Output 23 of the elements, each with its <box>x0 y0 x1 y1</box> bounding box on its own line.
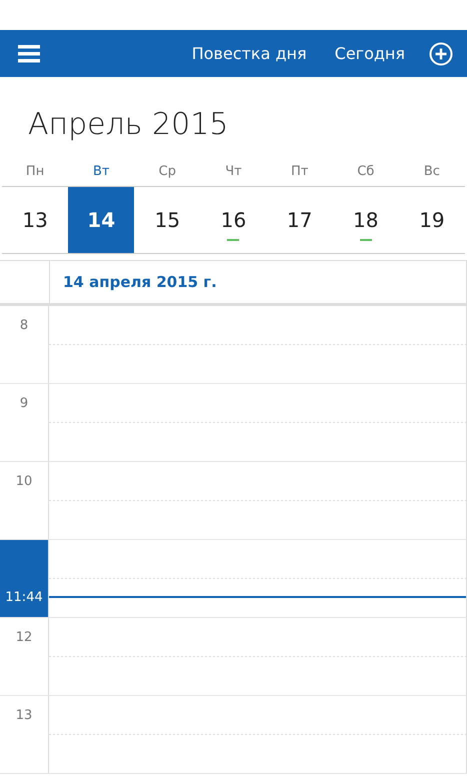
weekday-label: Сб <box>356 163 376 181</box>
date-cell[interactable]: 14 <box>68 187 134 253</box>
weekday-label: Вт <box>92 163 110 181</box>
weekday-label: Пт <box>290 163 310 181</box>
weekday-label: Вс <box>422 163 441 181</box>
menu-icon <box>18 44 40 62</box>
weekday-label: Чт <box>224 163 243 181</box>
hour-label: 12 <box>16 630 32 645</box>
add-button[interactable] <box>429 42 453 66</box>
weekday-label: Пн <box>24 163 46 181</box>
current-time: 11:44 <box>5 590 43 605</box>
toolbar-link[interactable]: Повестка дня <box>192 44 307 63</box>
plus-circle-icon <box>429 42 453 66</box>
menu-button[interactable] <box>18 44 40 62</box>
day-header: 14 апреля 2015 г. <box>50 261 467 303</box>
weekday-label: Ср <box>158 163 178 181</box>
hour-label: 9 <box>20 396 28 411</box>
time-slot[interactable] <box>49 540 467 618</box>
toolbar-link[interactable]: Сегодня <box>334 44 405 63</box>
month-title: Апрель 2015 <box>27 106 230 144</box>
hour-label: 13 <box>16 708 32 723</box>
hour-label: 8 <box>20 318 28 333</box>
hour-label: 10 <box>16 474 32 489</box>
